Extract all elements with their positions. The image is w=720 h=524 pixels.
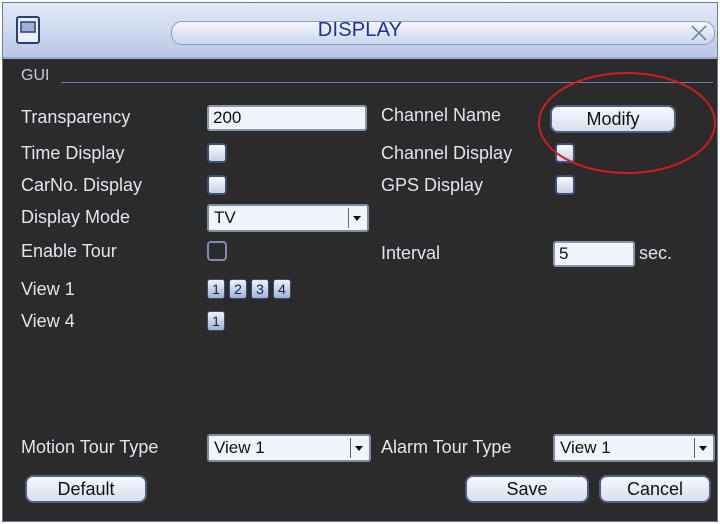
close-icon[interactable] [687,21,711,45]
display-dialog: DISPLAY GUI Transparency 200 Channel Nam… [2,2,718,522]
view-4-channel-1[interactable]: 1 [207,311,225,331]
display-mode-select[interactable]: TV [207,204,369,232]
channel-name-label: Channel Name [381,105,502,125]
title-bar: DISPLAY [3,3,717,59]
interval-unit: sec. [639,243,673,263]
chevron-down-icon[interactable] [348,208,365,228]
motion-tour-type-label: Motion Tour Type [21,437,159,457]
motion-tour-type-value: View 1 [214,438,265,457]
interval-input[interactable]: 5 [553,241,635,267]
cancel-button[interactable]: Cancel [599,475,711,503]
view-1-channel-1[interactable]: 1 [207,279,225,299]
transparency-input[interactable]: 200 [207,105,367,131]
motion-tour-type-select[interactable]: View 1 [207,434,371,462]
transparency-label: Transparency [21,107,131,127]
annotation-ellipse [533,63,719,184]
alarm-tour-type-label: Alarm Tour Type [381,437,512,457]
enable-tour-checkbox[interactable] [207,241,227,261]
alarm-tour-type-select[interactable]: View 1 [553,434,715,462]
section-title-gui: GUI [21,67,50,84]
time-display-checkbox[interactable] [207,143,227,163]
carno-display-checkbox[interactable] [207,175,227,195]
display-mode-label: Display Mode [21,207,131,227]
time-display-label: Time Display [21,143,125,163]
gps-display-label: GPS Display [381,175,484,195]
enable-tour-label: Enable Tour [21,241,117,261]
chevron-down-icon[interactable] [350,438,367,458]
view-4-label: View 4 [21,311,75,331]
view-1-channel-4[interactable]: 4 [273,279,291,299]
default-button[interactable]: Default [25,475,147,503]
carno-display-label: CarNo. Display [21,175,143,195]
view-1-label: View 1 [21,279,75,299]
window-title: DISPLAY [317,19,403,41]
save-button[interactable]: Save [465,475,589,503]
display-mode-value: TV [214,208,236,227]
alarm-tour-type-value: View 1 [560,438,611,457]
view-1-channel-3[interactable]: 3 [251,279,269,299]
interval-label: Interval [381,243,441,263]
chevron-down-icon[interactable] [694,438,711,458]
view-1-channel-2[interactable]: 2 [229,279,247,299]
channel-display-label: Channel Display [381,143,513,163]
